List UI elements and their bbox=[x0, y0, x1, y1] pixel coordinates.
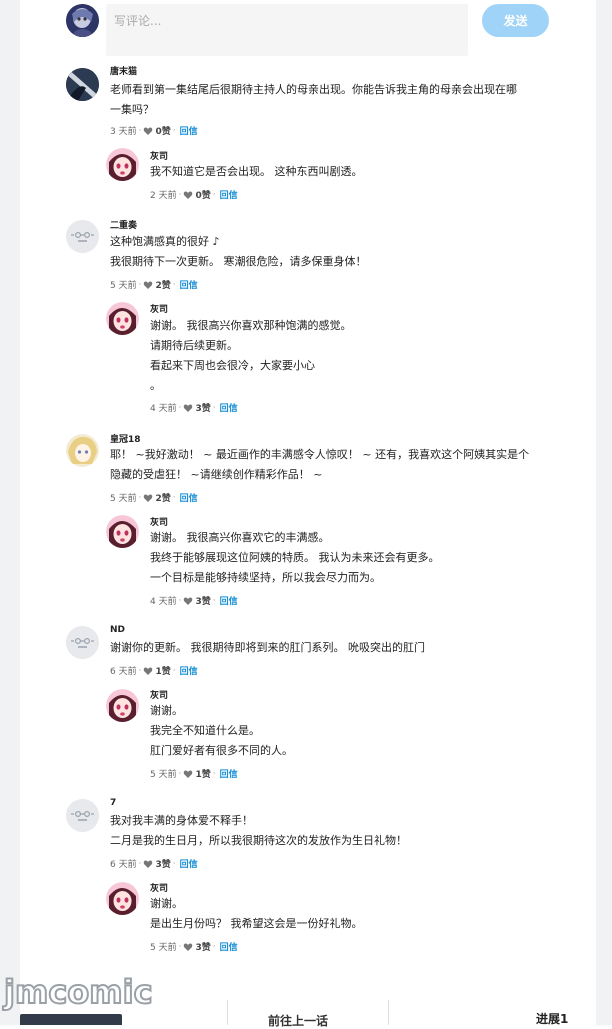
reply-avatar bbox=[106, 148, 139, 181]
reply-link[interactable]: 回信 bbox=[220, 940, 238, 953]
right-gutter bbox=[596, 0, 612, 1025]
comment-time: 6 天前 bbox=[110, 667, 137, 677]
heart-icon[interactable] bbox=[143, 859, 153, 869]
heart-icon[interactable] bbox=[143, 126, 153, 136]
reply-text: 我不知道它是否会出现。 这种东西叫剧透。 bbox=[150, 165, 363, 178]
reply-avatar bbox=[106, 689, 139, 722]
reply-avatar bbox=[106, 515, 139, 548]
left-gutter bbox=[0, 0, 20, 1025]
comment-author: ND bbox=[110, 625, 126, 635]
like-count: 3赞 bbox=[195, 404, 211, 414]
comment-text: 耶！ ~我好激动！ ~ 最近画作的丰满感令人惊叹！ ~ 还有，我喜欢这个阿姨其实… bbox=[110, 448, 530, 481]
commenter-avatar bbox=[66, 68, 99, 101]
heart-icon[interactable] bbox=[183, 596, 193, 606]
comment-composer: 发送 bbox=[66, 2, 556, 58]
comment-text: 这种饱满感真的很好 ♪ 我很期待下一次更新。 寒潮很危险，请多保重身体！ bbox=[110, 235, 367, 268]
send-button[interactable]: 发送 bbox=[482, 4, 549, 37]
comment-text: 老师看到第一集结尾后很期待主持人的母亲出现。你能告诉我主角的母亲会出现在哪 一集… bbox=[110, 83, 517, 116]
comment-author: 二重奏 bbox=[110, 221, 138, 231]
comment-time: 5 天前 bbox=[110, 494, 137, 504]
footer-tag bbox=[20, 1014, 122, 1025]
reply-meta: 5 天前 · 3赞 · 回信 bbox=[150, 940, 238, 954]
reply-author: 灰司 bbox=[150, 691, 169, 701]
like-count: 1赞 bbox=[195, 770, 211, 780]
reply-time: 4 天前 bbox=[150, 597, 177, 607]
reply-time: 2 天前 bbox=[150, 191, 177, 201]
comment-time: 3 天前 bbox=[110, 127, 137, 137]
reply-link[interactable]: 回信 bbox=[220, 188, 238, 201]
reply-link[interactable]: 回信 bbox=[220, 401, 238, 414]
reply-link[interactable]: 回信 bbox=[220, 767, 238, 780]
like-count: 3赞 bbox=[195, 943, 211, 953]
footer-divider bbox=[227, 1000, 228, 1025]
prev-chapter-button[interactable]: 前往上一话 bbox=[268, 1012, 328, 1029]
reply-link[interactable]: 回信 bbox=[180, 491, 198, 504]
reply-avatar bbox=[106, 882, 139, 915]
current-user-avatar bbox=[66, 4, 99, 37]
next-chapter-button[interactable]: 进展1 bbox=[536, 1010, 568, 1027]
reply-text: 谢谢。 是出生月份吗？ 我希望这会是一份好礼物。 bbox=[150, 897, 363, 930]
reply-meta: 4 天前 · 3赞 · 回信 bbox=[150, 401, 238, 415]
reply-time: 5 天前 bbox=[150, 770, 177, 780]
reply-text: 谢谢。 我完全不知道什么是。 肛门爱好者有很多不同的人。 bbox=[150, 704, 293, 757]
heart-icon[interactable] bbox=[183, 403, 193, 413]
comment-author: 唐末猫 bbox=[110, 67, 138, 77]
like-count: 2赞 bbox=[155, 281, 171, 291]
commenter-avatar bbox=[66, 434, 99, 467]
like-count: 0赞 bbox=[155, 127, 171, 137]
reply-link[interactable]: 回信 bbox=[180, 857, 198, 870]
comment-meta: 5 天前 · 2赞 · 回信 bbox=[110, 278, 198, 292]
heart-icon[interactable] bbox=[183, 190, 193, 200]
comment-author: 皇冠18 bbox=[110, 435, 141, 445]
like-count: 0赞 bbox=[195, 191, 211, 201]
heart-icon[interactable] bbox=[143, 666, 153, 676]
reply-link[interactable]: 回信 bbox=[220, 594, 238, 607]
comment-meta: 6 天前 · 1赞 · 回信 bbox=[110, 664, 198, 678]
comment-input[interactable] bbox=[106, 4, 468, 56]
default-avatar-icon bbox=[66, 799, 99, 832]
reply-link[interactable]: 回信 bbox=[180, 278, 198, 291]
like-count: 3赞 bbox=[155, 860, 171, 870]
heart-icon[interactable] bbox=[143, 280, 153, 290]
comment-meta: 3 天前 · 0赞 · 回信 bbox=[110, 124, 198, 138]
heart-icon[interactable] bbox=[183, 769, 193, 779]
reply-author: 灰司 bbox=[150, 152, 169, 162]
reply-time: 5 天前 bbox=[150, 943, 177, 953]
watermark-logo: jmcomic bbox=[3, 972, 154, 1012]
reply-author: 灰司 bbox=[150, 884, 169, 894]
comment-time: 6 天前 bbox=[110, 860, 137, 870]
heart-icon[interactable] bbox=[143, 493, 153, 503]
reply-text: 谢谢。 我很高兴你喜欢那种饱满的感觉。 请期待后续更新。 看起来下周也会很冷，大… bbox=[150, 319, 352, 392]
reply-time: 4 天前 bbox=[150, 404, 177, 414]
reply-avatar bbox=[106, 302, 139, 335]
comment-time: 5 天前 bbox=[110, 281, 137, 291]
comment-meta: 5 天前 · 2赞 · 回信 bbox=[110, 491, 198, 505]
like-count: 2赞 bbox=[155, 494, 171, 504]
reply-author: 灰司 bbox=[150, 305, 169, 315]
comment-meta: 6 天前 · 3赞 · 回信 bbox=[110, 857, 198, 871]
reply-meta: 5 天前 · 1赞 · 回信 bbox=[150, 767, 238, 781]
default-avatar-icon bbox=[66, 220, 99, 253]
heart-icon[interactable] bbox=[183, 942, 193, 952]
footer-divider bbox=[388, 1000, 389, 1025]
comment-text: 我对我丰满的身体爱不释手！ 二月是我的生日月，所以我很期待这次的发放作为生日礼物… bbox=[110, 814, 407, 847]
like-count: 1赞 bbox=[155, 667, 171, 677]
comment-author: 7 bbox=[110, 798, 117, 808]
reply-author: 灰司 bbox=[150, 518, 169, 528]
reply-text: 谢谢。 我很高兴你喜欢它的丰满感。 我终于能够展现这位阿姨的特质。 我认为未来还… bbox=[150, 531, 440, 584]
comment-text: 谢谢你的更新。 我很期待即将到来的肛门系列。 吮吸突出的肛门 bbox=[110, 641, 425, 654]
reply-link[interactable]: 回信 bbox=[180, 664, 198, 677]
reply-meta: 4 天前 · 3赞 · 回信 bbox=[150, 594, 238, 608]
reply-link[interactable]: 回信 bbox=[180, 124, 198, 137]
reply-meta: 2 天前 · 0赞 · 回信 bbox=[150, 188, 238, 202]
like-count: 3赞 bbox=[195, 597, 211, 607]
default-avatar-icon bbox=[66, 626, 99, 659]
